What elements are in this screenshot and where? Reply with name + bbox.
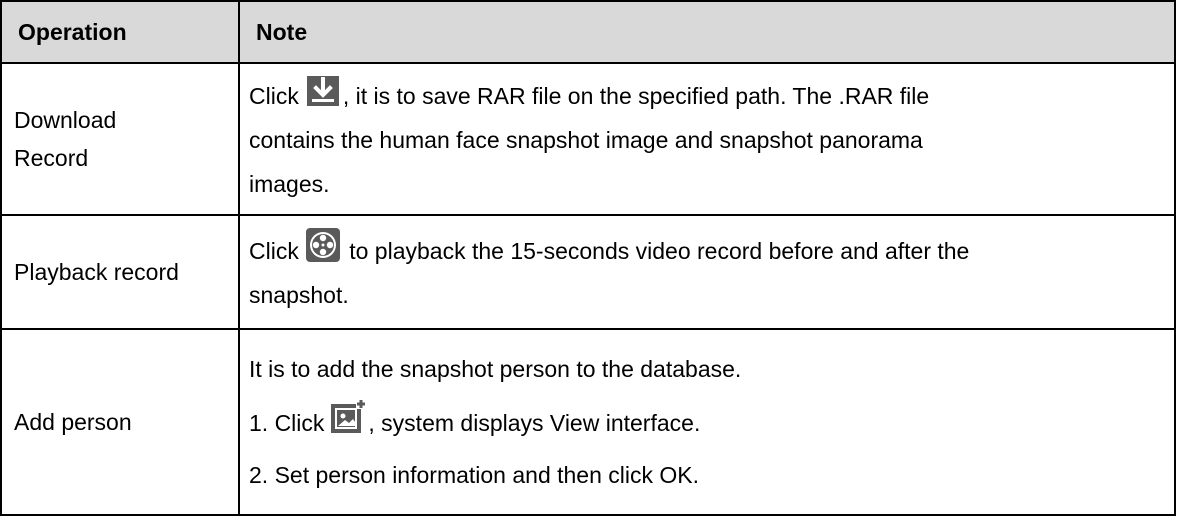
note-text: , it is to save RAR file on the specifie… (342, 83, 930, 109)
note-cell-playback-record: Click to playback the 15-seconds video r… (238, 214, 1176, 330)
note-cell-add-person: It is to add the snapshot person to the … (238, 328, 1176, 516)
note-text: 1. Click (249, 410, 325, 436)
header-note: Note (238, 0, 1176, 64)
download-icon[interactable] (304, 72, 341, 108)
note-text: , system displays View interface. (368, 410, 701, 436)
add-person-image-icon[interactable] (330, 399, 367, 435)
note-text: Click (249, 238, 299, 264)
table-row: Add person It is to add the snapshot per… (0, 328, 1176, 516)
header-operation: Operation (0, 0, 240, 64)
operation-cell-playback-record: Playback record (0, 214, 240, 330)
table-row: Download Record Click , it is to save RAR… (0, 62, 1176, 216)
note-text: images. (249, 171, 330, 197)
table-row: Playback record Click to playback the 15… (0, 214, 1176, 330)
film-reel-icon[interactable] (305, 227, 341, 263)
note-text: Click (249, 83, 299, 109)
note-text: to playback the 15-seconds video record … (342, 238, 970, 264)
note-cell-download-record: Click , it is to save RAR file on the spe… (238, 62, 1176, 216)
operation-table: Operation Note Download Record Click , it… (0, 0, 1176, 516)
operation-cell-download-record: Download Record (0, 62, 240, 216)
table-header-row: Operation Note (0, 0, 1176, 64)
note-text: contains the human face snapshot image a… (249, 127, 923, 153)
operation-cell-add-person: Add person (0, 328, 240, 516)
note-text: 2. Set person information and then click… (249, 462, 700, 488)
operation-label-line2: Record (14, 145, 89, 171)
operation-label-line1: Download (14, 107, 117, 133)
note-text: It is to add the snapshot person to the … (249, 356, 742, 382)
note-text: snapshot. (249, 282, 349, 308)
